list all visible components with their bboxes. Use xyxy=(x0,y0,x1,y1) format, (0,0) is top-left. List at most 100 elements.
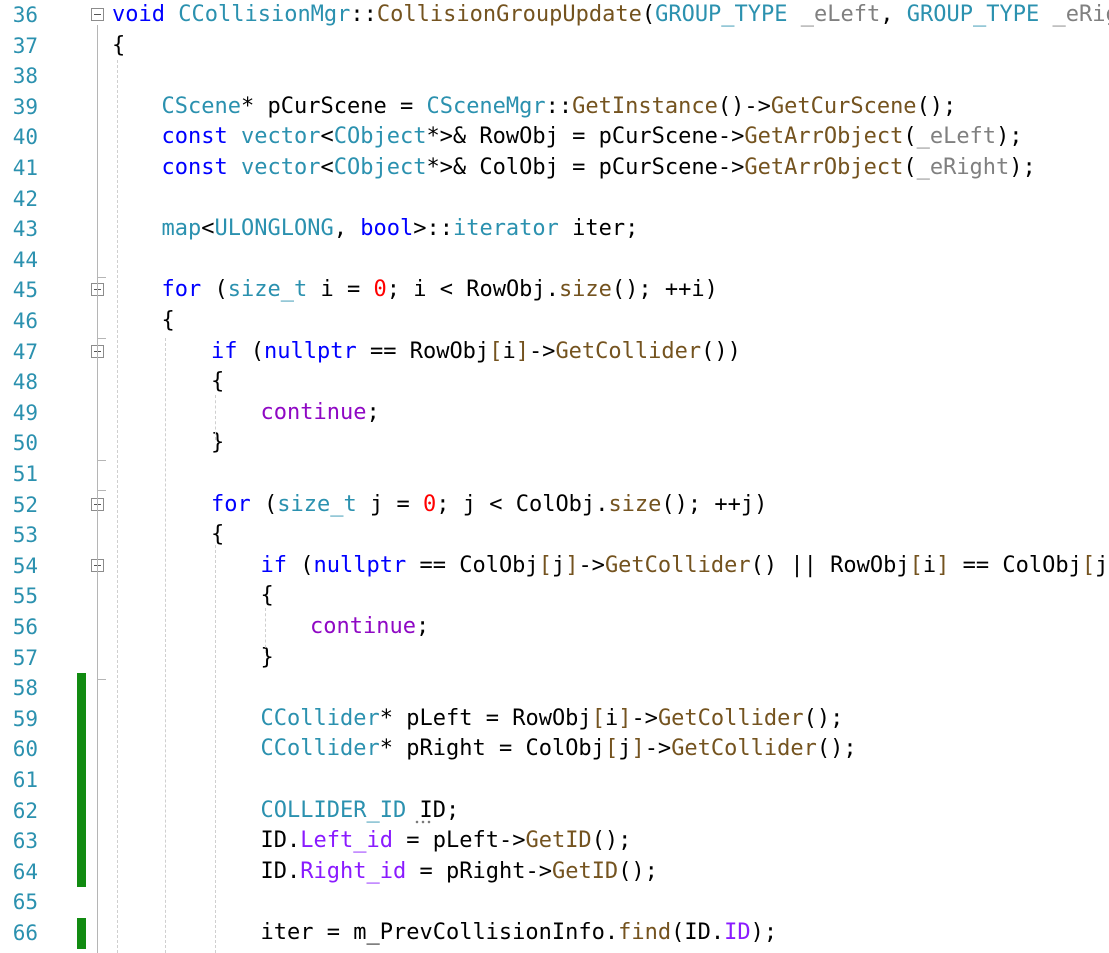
code-text[interactable]: const vector<CObject*>& RowObj = pCurSce… xyxy=(162,122,1023,153)
code-token: CCollider xyxy=(260,705,380,731)
code-line[interactable]: 44 xyxy=(0,245,1109,276)
line-number: 39 xyxy=(12,94,38,119)
code-editor[interactable]: 36 void CCollisionMgr::CollisionGroupUpda… xyxy=(0,0,1109,953)
code-line[interactable]: 46 { xyxy=(0,306,1109,337)
code-text[interactable]: { xyxy=(211,367,224,398)
code-text[interactable]: { xyxy=(261,581,274,612)
code-text[interactable]: iter = m_PrevCollisionInfo.find(ID.ID); xyxy=(261,918,778,949)
code-token: < xyxy=(320,155,334,180)
code-token: if xyxy=(260,552,288,578)
code-token: < xyxy=(320,124,334,150)
code-line[interactable]: 50} xyxy=(0,428,1109,459)
change-marker xyxy=(77,795,86,827)
code-token: [ xyxy=(1081,552,1096,578)
code-token: size xyxy=(608,491,662,517)
collapse-icon[interactable] xyxy=(91,8,104,21)
code-line[interactable]: 63 ID.Left_id = pLeft->GetID(); xyxy=(0,826,1109,857)
code-line[interactable]: 40 const vector<CObject*>& RowObj = pCurS… xyxy=(0,122,1109,153)
code-token: RowObj xyxy=(466,277,546,303)
code-line[interactable]: 43 map<ULONGLONG, bool>::iterator iter; xyxy=(0,214,1109,245)
code-token: } xyxy=(211,430,225,456)
line-number: 53 xyxy=(12,523,38,548)
code-token: == xyxy=(949,552,1003,578)
line-number: 37 xyxy=(12,33,38,58)
code-line[interactable]: 49 continue; xyxy=(0,398,1109,429)
code-line[interactable]: 56 continue; xyxy=(0,612,1109,643)
code-line[interactable]: 64 ID.Right_id = pRight->GetID(); xyxy=(0,856,1109,888)
code-token: *>& xyxy=(426,124,480,150)
line-number: 54 xyxy=(12,553,38,578)
code-token: pLeft xyxy=(406,705,473,731)
code-line[interactable]: 38 xyxy=(0,61,1109,92)
code-line[interactable]: 66 iter = m_PrevCollisionInfo.find(ID.ID)… xyxy=(0,918,1109,949)
code-line[interactable]: 39 CScene* pCurScene = CSceneMgr::GetInst… xyxy=(0,92,1109,123)
code-line[interactable]: 55 { xyxy=(0,581,1109,612)
code-line[interactable]: 57} xyxy=(0,643,1109,674)
code-token: CObject xyxy=(333,124,427,150)
code-text[interactable]: { xyxy=(112,31,125,62)
code-text[interactable]: for (size_t i = 0; i < RowObj.size(); ++… xyxy=(162,275,718,306)
code-line[interactable]: 61 xyxy=(0,765,1109,796)
code-line[interactable]: 47 if (nullptr == RowObj[i]->GetCollider(… xyxy=(0,337,1109,368)
indent-guide xyxy=(215,545,216,953)
code-text[interactable]: CCollider* pLeft = RowObj[i]->GetCollide… xyxy=(261,704,844,735)
code-line[interactable]: 59 CCollider* pLeft = RowObj[i]->GetColli… xyxy=(0,703,1109,735)
code-token: ] xyxy=(515,338,529,364)
code-text[interactable]: map<ULONGLONG, bool>::iterator iter; xyxy=(162,214,639,245)
code-line[interactable]: 45 for (size_t i = 0; i < RowObj.size(); … xyxy=(0,275,1109,306)
code-token: { xyxy=(161,308,175,333)
code-text[interactable]: } xyxy=(211,428,224,459)
code-text[interactable]: { xyxy=(211,520,224,551)
code-token: -> xyxy=(717,155,745,180)
indent-guide xyxy=(165,338,166,953)
code-line[interactable]: 51 xyxy=(0,459,1109,490)
code-line[interactable]: 53 { xyxy=(0,520,1109,551)
code-text[interactable]: CCollider* pRight = ColObj[j]->GetCollid… xyxy=(261,734,857,765)
code-token: ( xyxy=(237,338,264,364)
code-token: ID xyxy=(684,920,711,945)
code-token: ()) xyxy=(701,338,741,364)
code-token: j = xyxy=(356,491,423,517)
code-text[interactable]: ID.Right_id = pRight->GetID(); xyxy=(261,857,658,888)
code-token: = xyxy=(406,858,446,884)
code-token: pCurScene xyxy=(598,155,718,180)
code-line[interactable]: 36 void CCollisionMgr::CollisionGroupUpda… xyxy=(0,0,1109,31)
line-number: 59 xyxy=(12,706,38,731)
code-line[interactable]: 48 { xyxy=(0,367,1109,398)
code-text[interactable]: continue; xyxy=(261,398,380,429)
code-token: (); xyxy=(618,858,658,884)
code-text[interactable]: { xyxy=(162,306,175,337)
code-text[interactable]: const vector<CObject*>& ColObj = pCurSce… xyxy=(162,153,1036,184)
code-token: bool xyxy=(360,216,414,242)
code-token: GROUP_TYPE xyxy=(906,2,1040,27)
code-text[interactable]: CScene* pCurScene = CSceneMgr::GetInstan… xyxy=(162,92,957,123)
code-line[interactable]: 65 xyxy=(0,887,1109,918)
code-text[interactable]: if (nullptr == ColObj[j]->GetCollider() … xyxy=(261,551,1109,582)
code-text[interactable]: if (nullptr == RowObj[i]->GetCollider()) xyxy=(211,337,741,368)
code-token: (); xyxy=(591,828,632,854)
code-text[interactable]: void CCollisionMgr::CollisionGroupUpdate… xyxy=(112,0,1109,31)
code-line[interactable]: 60 CCollider* pRight = ColObj[j]->GetColl… xyxy=(0,734,1109,765)
code-token: . xyxy=(604,920,619,945)
code-token: -> xyxy=(644,736,672,762)
code-text[interactable]: for (size_t j = 0; j < ColObj.size(); ++… xyxy=(211,490,767,521)
code-line[interactable]: 37 { xyxy=(0,31,1109,62)
code-text[interactable]: ID.Left_id = pLeft->GetID(); xyxy=(261,826,632,857)
code-line[interactable]: 41 const vector<CObject*>& ColObj = pCurS… xyxy=(0,153,1109,184)
code-line[interactable]: 58 xyxy=(0,673,1109,704)
code-token: ( xyxy=(903,124,917,150)
code-token: , xyxy=(880,2,907,27)
code-token: GetCollider xyxy=(555,338,702,364)
code-token: ID xyxy=(260,858,288,884)
code-line[interactable]: 54 if (nullptr == ColObj[j]->GetCollider(… xyxy=(0,551,1109,582)
code-text[interactable]: } xyxy=(261,643,274,674)
code-line[interactable]: 62 COLLIDER_ID ID; xyxy=(0,795,1109,827)
code-token: i xyxy=(502,338,516,364)
code-line[interactable]: 42 xyxy=(0,184,1109,215)
line-number: 46 xyxy=(12,309,38,333)
code-token: if xyxy=(211,338,238,364)
code-text[interactable]: continue; xyxy=(310,612,429,643)
code-line[interactable]: 52 for (size_t j = 0; j < ColObj.size(); … xyxy=(0,490,1109,521)
